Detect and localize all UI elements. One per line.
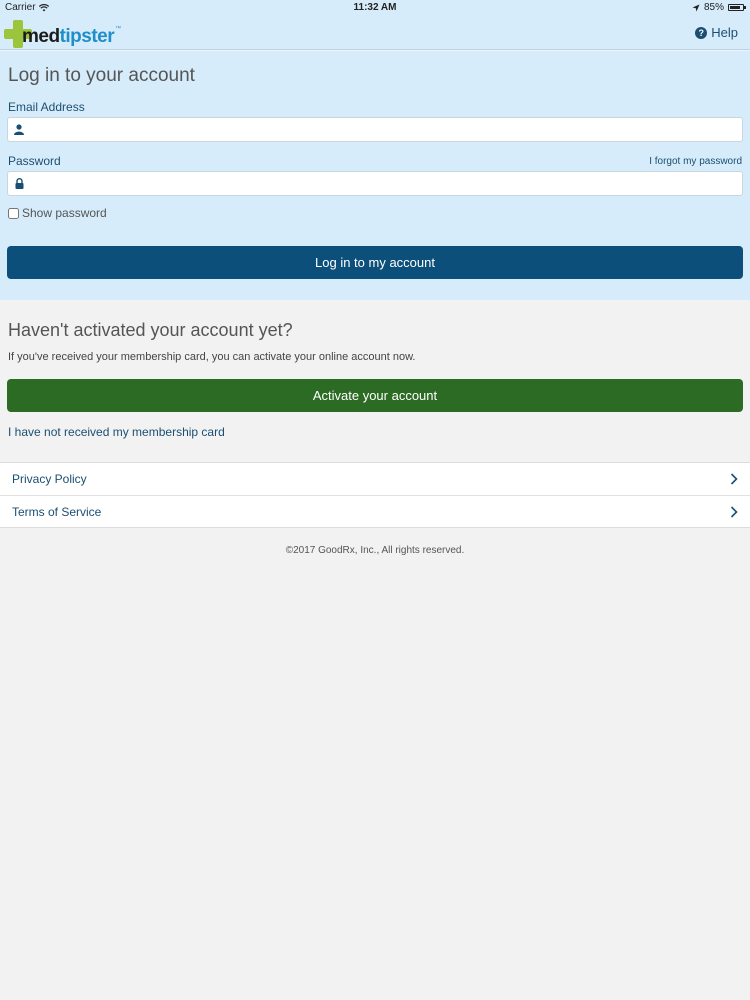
logo-trademark: ™ bbox=[115, 26, 122, 32]
medtipster-logo[interactable]: med tipster ™ bbox=[4, 16, 121, 48]
activate-description: If you've received your membership card,… bbox=[8, 351, 416, 363]
email-field[interactable] bbox=[7, 117, 743, 142]
battery-icon bbox=[728, 4, 746, 11]
show-password-label: Show password bbox=[22, 206, 107, 220]
lock-icon bbox=[8, 178, 30, 189]
help-label: Help bbox=[711, 25, 738, 40]
legal-links-list: Privacy Policy Terms of Service bbox=[0, 462, 750, 528]
activate-title: Haven't activated your account yet? bbox=[8, 320, 293, 340]
location-arrow-icon bbox=[692, 4, 700, 11]
login-button[interactable]: Log in to my account bbox=[7, 246, 743, 279]
no-card-link[interactable]: I have not received my membership card bbox=[8, 425, 225, 439]
terms-of-service-row[interactable]: Terms of Service bbox=[0, 495, 750, 527]
logo-text-med: med bbox=[22, 26, 60, 47]
status-time: 11:32 AM bbox=[353, 2, 397, 13]
password-field[interactable] bbox=[7, 171, 743, 196]
question-circle-icon: ? bbox=[695, 26, 708, 39]
copyright-text: ©2017 GoodRx, Inc., All rights reserved. bbox=[285, 545, 465, 556]
email-input[interactable] bbox=[30, 118, 742, 141]
email-label: Email Address bbox=[8, 100, 85, 114]
activate-account-button[interactable]: Activate your account bbox=[7, 379, 743, 412]
privacy-policy-row[interactable]: Privacy Policy bbox=[0, 463, 750, 495]
show-password-toggle[interactable]: Show password bbox=[8, 206, 107, 220]
battery-percent: 85% bbox=[703, 2, 724, 13]
privacy-policy-label: Privacy Policy bbox=[12, 472, 87, 486]
chevron-right-icon bbox=[730, 473, 738, 485]
login-section: Log in to your account Email Address Pas… bbox=[0, 51, 750, 300]
show-password-checkbox[interactable] bbox=[8, 207, 19, 219]
password-input[interactable] bbox=[30, 172, 742, 195]
logo-text-tipster: tipster bbox=[59, 26, 115, 47]
forgot-password-link[interactable]: I forgot my password bbox=[649, 156, 742, 167]
password-label: Password bbox=[8, 154, 61, 168]
app-header: med tipster ™ ? Help bbox=[0, 16, 750, 50]
help-link[interactable]: ? Help bbox=[695, 25, 738, 40]
login-title: Log in to your account bbox=[8, 65, 195, 86]
terms-of-service-label: Terms of Service bbox=[12, 504, 102, 519]
status-bar: Carrier 11:32 AM 85% bbox=[0, 0, 750, 16]
chevron-right-icon bbox=[730, 505, 738, 518]
user-icon bbox=[8, 124, 30, 135]
status-right: 85% bbox=[692, 2, 746, 13]
